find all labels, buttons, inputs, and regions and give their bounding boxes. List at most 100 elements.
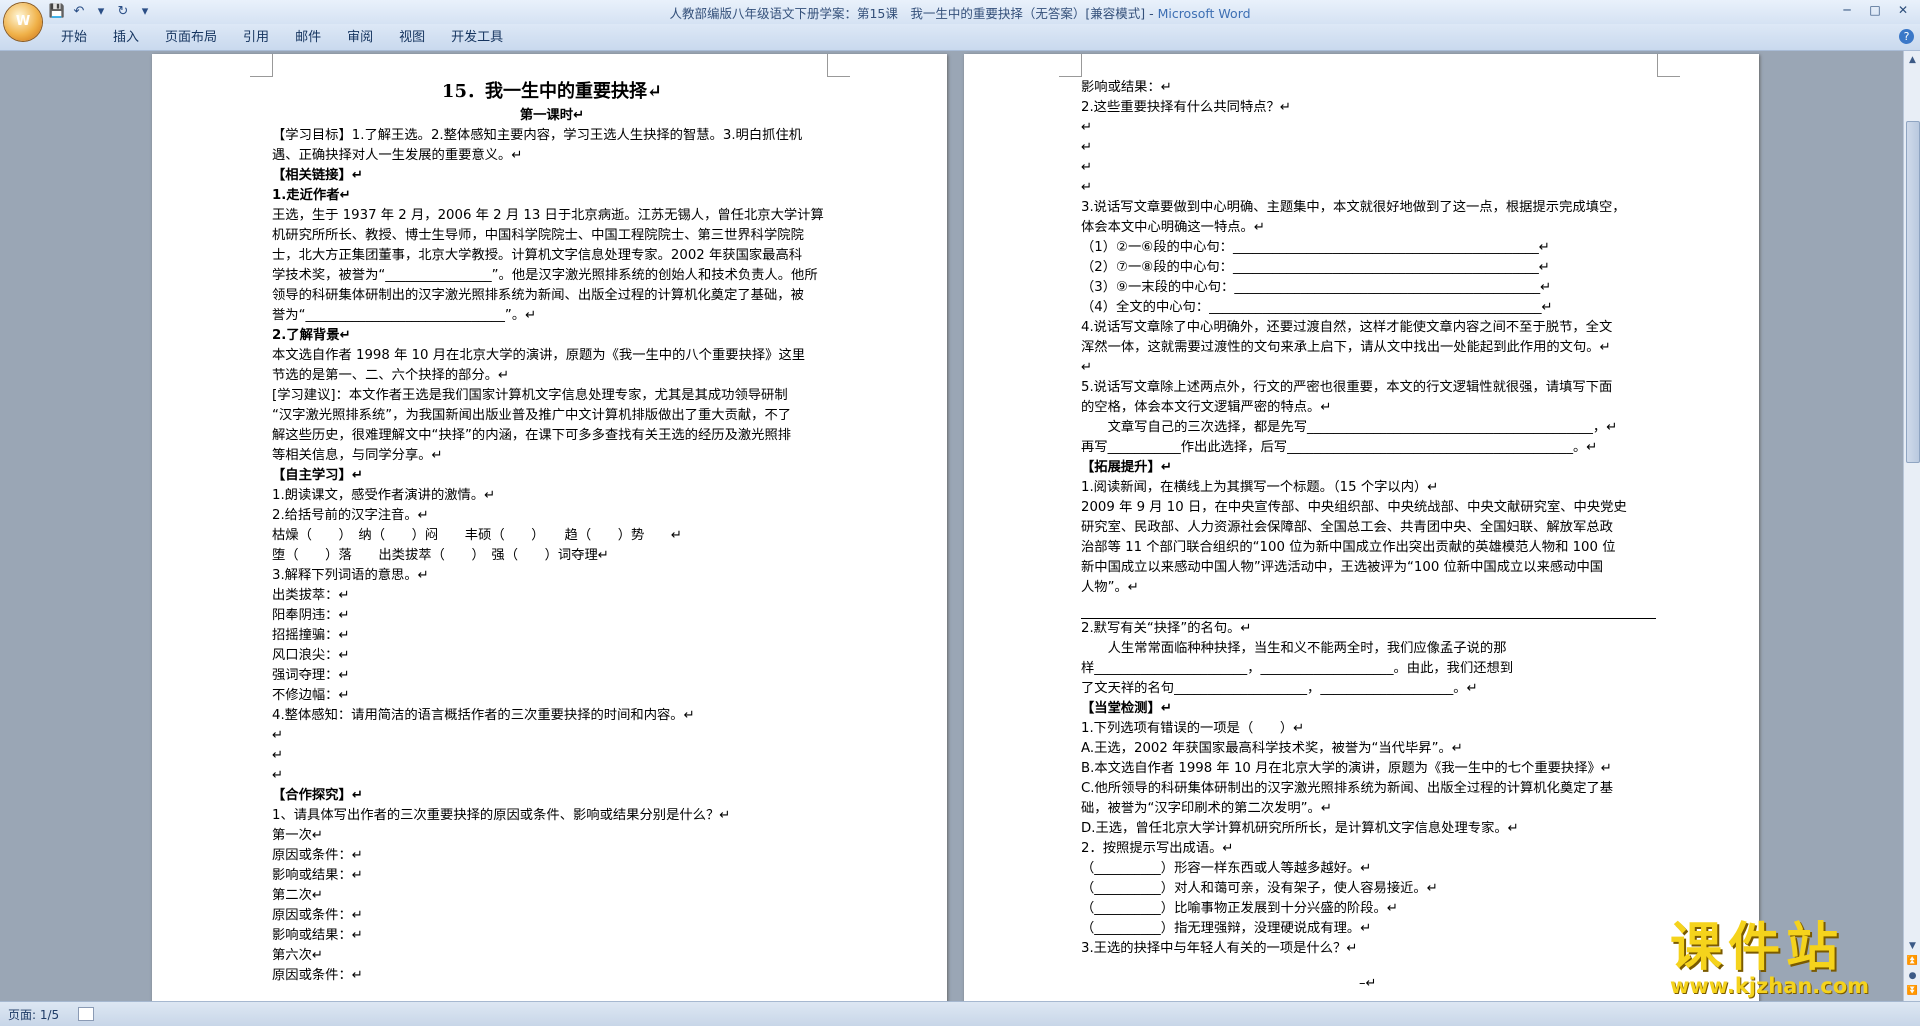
minimize-button[interactable]: ─: [1834, 1, 1860, 19]
text-line: 出类拔萃：↵: [272, 588, 350, 603]
text-line: 2.默写有关“抉择”的名句。↵: [1081, 621, 1252, 636]
text-line: 3.说话写文章要做到中心明确、主题集中，本文就很好地做到了这一点，根据提示完成填…: [1081, 200, 1626, 215]
text-line: 影响或结果：↵: [1081, 80, 1172, 95]
tab-developer[interactable]: 开发工具: [438, 29, 516, 47]
text-line: 人物”。↵: [1081, 580, 1139, 595]
text-line: ↵: [272, 748, 284, 763]
watermark-logo-text: 课件站: [1670, 918, 1845, 978]
ribbon: 开始 插入 页面布局 引用 邮件 审阅 视图 开发工具 ?: [0, 24, 1920, 51]
text-line: （1）②一⑥段的中心句：____________________________…: [1081, 240, 1550, 255]
text-line: 第六次↵: [272, 948, 324, 963]
scroll-thumb[interactable]: [1906, 121, 1920, 463]
window-title: 人教部编版八年级语文下册学案：第15课 我一生中的重要抉择（无答案）[兼容模式]…: [0, 3, 1920, 22]
tab-page-layout[interactable]: 页面布局: [152, 29, 230, 47]
text-line: 原因或条件：↵: [272, 848, 363, 863]
page-2-text: 影响或结果：↵ 2.这些重要抉择有什么共同特点？↵ ↵ ↵ ↵ ↵ 3.说话写文章要做到中心…: [1081, 78, 1656, 959]
text-line: ↵: [1081, 120, 1093, 135]
text-line: “汉字激光照排系统”，为我国新闻出版业普及推广中文计算机排版做出了重大贡献，不了: [272, 408, 792, 423]
text-line: 了文天祥的名句____________________，____________…: [1081, 681, 1478, 696]
tab-insert[interactable]: 插入: [100, 29, 152, 47]
document-page-1[interactable]: 15．我一生中的重要抉择↵ 第一课时↵ 【学习目标】1.了解王选。2.整体感知主要内…: [152, 54, 947, 1001]
text-line: [1081, 598, 1656, 619]
document-heading: 15．我一生中的重要抉择↵: [441, 81, 663, 102]
text-line: 影响或结果：↵: [272, 928, 363, 943]
text-line: 解这些历史，很难理解文中“抉择”的内涵，在课下可多多查找有关王选的经历及激光照排: [272, 428, 792, 443]
section-heading: 【当堂检测】↵: [1081, 701, 1172, 716]
text-line: 王选，生于 1937 年 2 月，2006 年 2 月 13 日于北京病逝。江苏…: [272, 208, 824, 223]
office-logo-icon: W: [15, 14, 31, 29]
text-line: ↵: [1081, 140, 1093, 155]
section-heading: 【合作探究】↵: [272, 788, 363, 803]
text-line: ↵: [272, 768, 284, 783]
text-line: 治部等 11 个部门联合组织的“100 位为新中国成立作出突出贡献的英雄模范人物…: [1081, 540, 1616, 555]
document-title: 人教部编版八年级语文下册学案：第15课 我一生中的重要抉择（无答案）[兼容模式]…: [669, 6, 1158, 21]
tab-references[interactable]: 引用: [230, 29, 282, 47]
crop-mark: [1657, 54, 1680, 77]
text-line: 体会本文中心明确这一特点。↵: [1081, 220, 1266, 235]
text-line: 领导的科研集体研制出的汉字激光照排系统为新闻、出版全过程的计算机化奠定了基础，被: [272, 288, 804, 303]
text-line: （__________）指无理强辩，没理硬说成有理。↵: [1081, 921, 1372, 936]
help-icon[interactable]: ?: [1899, 29, 1914, 44]
text-line: 堕（ ）落 出类拔萃（ ） 强（ ）词夺理↵: [272, 548, 609, 563]
text-line: 第一次↵: [272, 828, 324, 843]
text-line: （2）⑦一⑧段的中心句：____________________________…: [1081, 260, 1550, 275]
page-1-text: 15．我一生中的重要抉择↵ 第一课时↵ 【学习目标】1.了解王选。2.整体感知主要内…: [272, 78, 832, 986]
text-line: ↵: [1081, 180, 1093, 195]
office-button[interactable]: W: [4, 3, 42, 41]
watermark-url: www.kjzhan.com: [1670, 974, 1870, 998]
tab-mailings[interactable]: 邮件: [282, 29, 334, 47]
text-line: 2009 年 9 月 10 日，在中央宣传部、中央组织部、中央统战部、中央文献研…: [1081, 500, 1627, 515]
window-controls: ─ □ ✕: [1834, 1, 1916, 19]
status-bar: 页面: 1/5: [0, 1001, 1920, 1026]
text-line: 3.王选的抉择中与年轻人有关的一项是什么？↵: [1081, 941, 1358, 956]
tab-view[interactable]: 视图: [386, 29, 438, 47]
text-line: 1.阅读新闻，在横线上为其撰写一个标题。（15 个字以内）↵: [1081, 480, 1439, 495]
text-line: 5.说话写文章除上述两点外，行文的严密也很重要，本文的行文逻辑性就很强，请填写下…: [1081, 380, 1613, 395]
maximize-button[interactable]: □: [1862, 1, 1888, 19]
proofing-icon[interactable]: [78, 1007, 94, 1021]
text-line: 1.朗读课文，感受作者演讲的激情。↵: [272, 488, 496, 503]
text-line: ↵: [1081, 160, 1093, 175]
document-workspace[interactable]: 15．我一生中的重要抉择↵ 第一课时↵ 【学习目标】1.了解王选。2.整体感知主要内…: [0, 51, 1903, 1001]
crop-mark: [827, 54, 850, 77]
text-line: 2.这些重要抉择有什么共同特点？↵: [1081, 100, 1291, 115]
text-line: 人生常常面临种种抉择，当生和义不能两全时，我们应像孟子说的那: [1081, 641, 1507, 656]
tab-home[interactable]: 开始: [48, 29, 100, 47]
text-line: （__________）比喻事物正发展到十分兴盛的阶段。↵: [1081, 901, 1398, 916]
tab-review[interactable]: 审阅: [334, 29, 386, 47]
close-button[interactable]: ✕: [1890, 1, 1916, 19]
text-line: 4.整体感知：请用简洁的语言概括作者的三次重要抉择的时间和内容。↵: [272, 708, 695, 723]
text-line: 誉为“______________________________”。↵: [272, 308, 537, 323]
text-line: 再写___________作出此选择，后写___________________…: [1081, 440, 1598, 455]
text-line: 1、请具体写出作者的三次重要抉择的原因或条件、影响或结果分别是什么？↵: [272, 808, 731, 823]
vertical-scrollbar[interactable]: ▲ ▼ ⏫ ● ⏬: [1903, 51, 1920, 1001]
text-line: 影响或结果：↵: [272, 868, 363, 883]
text-line: 础，被誉为“汉字印刷术的第二次发明”。↵: [1081, 801, 1332, 816]
section-heading: 第一课时↵: [519, 108, 585, 123]
section-heading: 【自主学习】↵: [272, 468, 363, 483]
scroll-up-icon[interactable]: ▲: [1905, 53, 1920, 67]
text-line: 学技术奖，被誉为“________________”。他是汉字激光照排系统的创始…: [272, 268, 818, 283]
section-heading: 2.了解背景↵: [272, 328, 351, 343]
section-heading: 1.走近作者↵: [272, 188, 351, 203]
ribbon-tabs: 开始 插入 页面布局 引用 邮件 审阅 视图 开发工具: [48, 29, 516, 47]
text-line: B.本文选自作者 1998 年 10 月在北京大学的演讲，原题为《我一生中的七个…: [1081, 761, 1612, 776]
text-line: 不修边幅：↵: [272, 688, 350, 703]
text-line: [学习建议]：本文作者王选是我们国家计算机文字信息处理专家，尤其是其成功领导研制: [272, 388, 788, 403]
document-page-2[interactable]: 影响或结果：↵ 2.这些重要抉择有什么共同特点？↵ ↵ ↵ ↵ ↵ 3.说话写文章要做到中心…: [964, 54, 1759, 1001]
text-line: C.他所领导的科研集体研制出的汉字激光照排系统为新闻、出版全过程的计算机化奠定了…: [1081, 781, 1614, 796]
text-line: （__________）对人和蔼可亲，没有架子，使人容易接近。↵: [1081, 881, 1438, 896]
text-line: 招摇撞骗：↵: [272, 628, 350, 643]
app-name: Microsoft Word: [1157, 6, 1251, 21]
page-footer-mark: –↵: [1359, 976, 1377, 991]
page-count-indicator[interactable]: 页面: 1/5: [8, 1006, 59, 1023]
text-line: 样_______________________，_______________…: [1081, 661, 1514, 676]
section-heading: 【拓展提升】↵: [1081, 460, 1172, 475]
title-bar: W 💾 ↶ ▾ ↻ ▾ 人教部编版八年级语文下册学案：第15课 我一生中的重要抉…: [0, 0, 1920, 41]
text-line: 文章写自己的三次选择，都是先写_________________________…: [1081, 420, 1618, 435]
text-line: （4）全文的中心句：______________________________…: [1081, 300, 1553, 315]
text-line: 新中国成立以来感动中国人物”评选活动中，王选被评为“100 位新中国成立以来感动…: [1081, 560, 1604, 575]
text-line: 机研究所所长、教授、博士生导师，中国科学院院士、中国工程院院士、第三世界科学院院: [272, 228, 804, 243]
text-line: 2.给括号前的汉字注音。↵: [272, 508, 429, 523]
text-line: 遇、正确抉择对人一生发展的重要意义。↵: [272, 148, 523, 163]
